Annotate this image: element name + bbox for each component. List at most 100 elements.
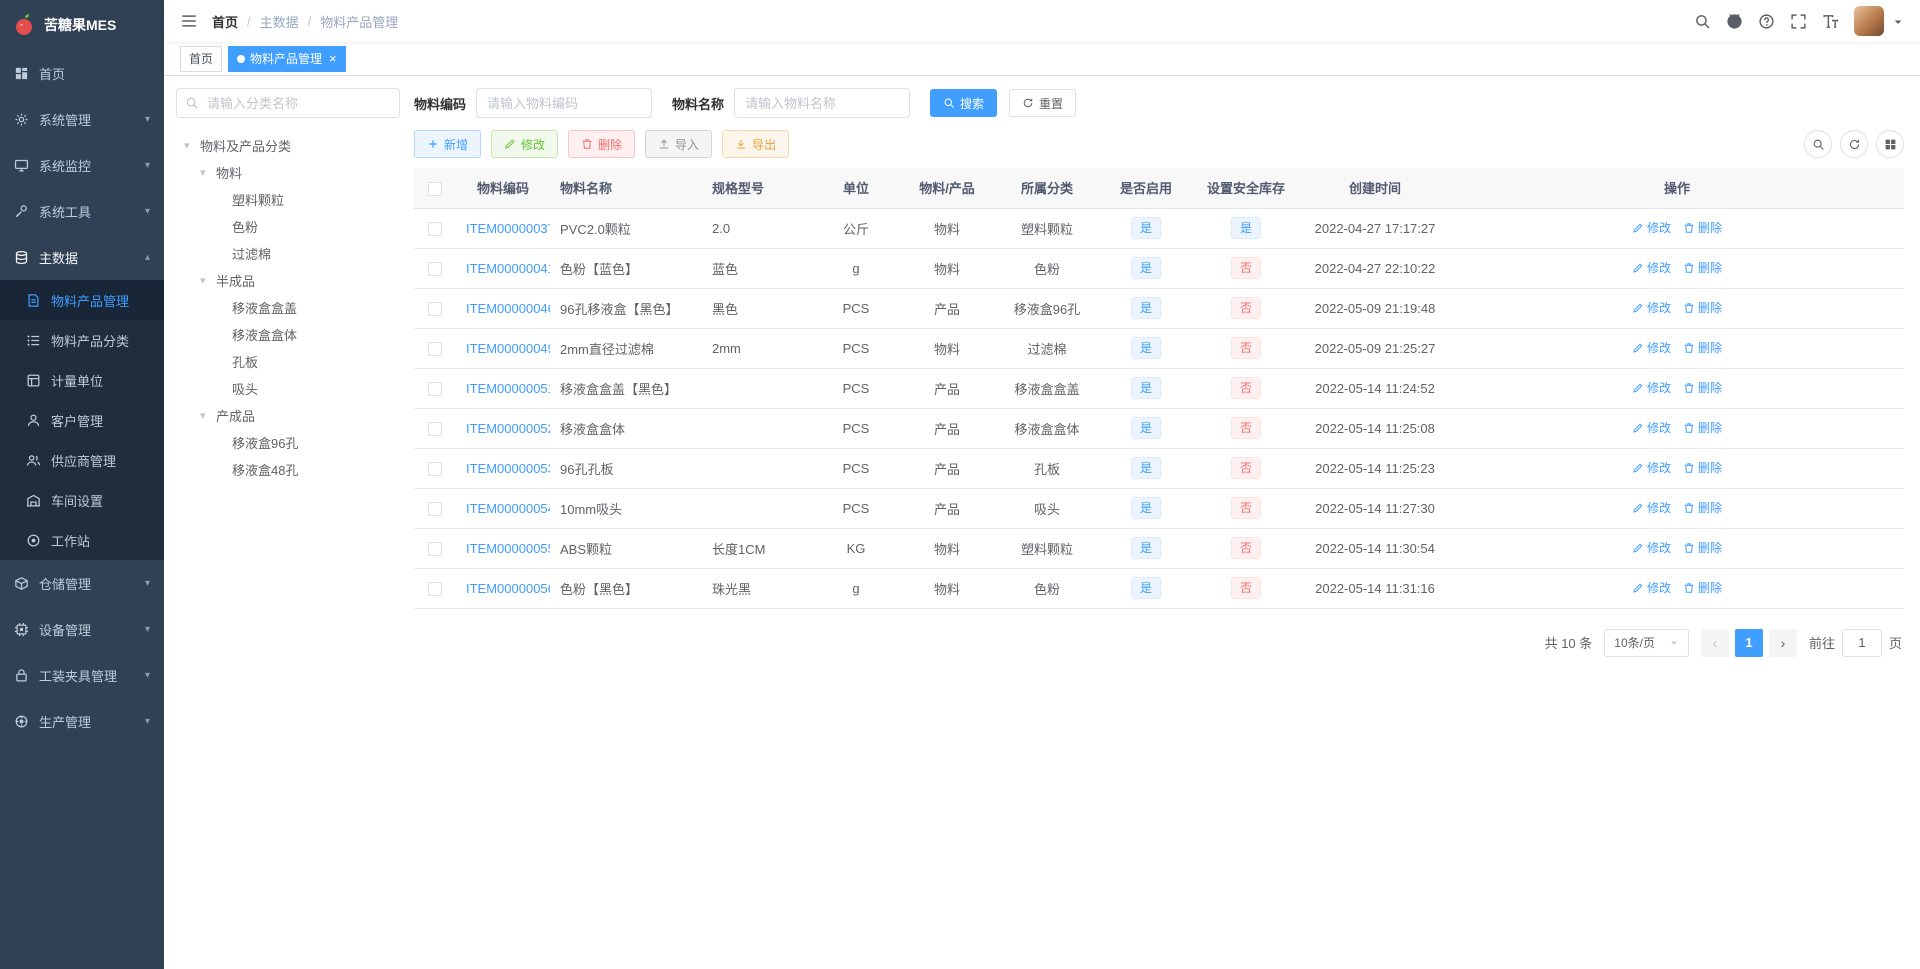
user-avatar[interactable] bbox=[1854, 6, 1884, 36]
row-delete-button[interactable]: 删除 bbox=[1683, 499, 1722, 516]
export-button[interactable]: 导出 bbox=[722, 130, 790, 158]
sidebar-item-0[interactable]: 首页 bbox=[0, 50, 164, 96]
row-checkbox[interactable] bbox=[428, 501, 442, 516]
row-checkbox[interactable] bbox=[428, 541, 442, 556]
sidebar-item-2[interactable]: 系统监控 ▾ bbox=[0, 142, 164, 188]
tree-node[interactable]: 色粉 bbox=[176, 213, 400, 240]
row-edit-button[interactable]: 修改 bbox=[1632, 379, 1671, 396]
sidebar-subitem-0[interactable]: 物料产品管理 bbox=[0, 280, 164, 320]
row-edit-button[interactable]: 修改 bbox=[1632, 339, 1671, 356]
row-delete-button[interactable]: 删除 bbox=[1683, 339, 1722, 356]
row-delete-button[interactable]: 删除 bbox=[1683, 379, 1722, 396]
page-size-select[interactable]: 10条/页 bbox=[1604, 628, 1689, 657]
page-1-button[interactable]: 1 bbox=[1734, 628, 1763, 657]
tab-0[interactable]: 首页 bbox=[180, 45, 223, 72]
tree-node[interactable]: 移液盒盒盖 bbox=[176, 294, 400, 321]
avatar-caret-icon[interactable] bbox=[1892, 15, 1904, 27]
tab-1[interactable]: 物料产品管理 × bbox=[228, 45, 346, 72]
item-code-link[interactable]: ITEM00000053 bbox=[466, 461, 550, 476]
tree-node[interactable]: 移液盒96孔 bbox=[176, 429, 400, 456]
sidebar-subitem-1[interactable]: 物料产品分类 bbox=[0, 320, 164, 360]
sidebar-subitem-4[interactable]: 供应商管理 bbox=[0, 440, 164, 480]
tree-node[interactable]: 吸头 bbox=[176, 375, 400, 402]
select-all-checkbox[interactable] bbox=[428, 181, 442, 196]
import-button[interactable]: 导入 bbox=[645, 130, 713, 158]
row-checkbox[interactable] bbox=[428, 341, 442, 356]
tree-node[interactable]: 孔板 bbox=[176, 348, 400, 375]
item-code-link[interactable]: ITEM00000037 bbox=[466, 221, 550, 236]
tree-node[interactable]: 移液盒盒体 bbox=[176, 321, 400, 348]
caret-down-icon[interactable]: ▾ bbox=[184, 139, 200, 152]
sidebar-subitem-5[interactable]: 车间设置 bbox=[0, 480, 164, 520]
row-delete-button[interactable]: 删除 bbox=[1683, 579, 1722, 596]
app-logo[interactable]: 苦糖果MES bbox=[0, 0, 164, 50]
caret-down-icon[interactable]: ▾ bbox=[200, 274, 216, 287]
sidebar-item-3[interactable]: 系统工具 ▾ bbox=[0, 188, 164, 234]
item-code-link[interactable]: ITEM00000054 bbox=[466, 501, 550, 516]
fullscreen-icon[interactable] bbox=[1790, 13, 1807, 30]
row-delete-button[interactable]: 删除 bbox=[1683, 539, 1722, 556]
row-edit-button[interactable]: 修改 bbox=[1632, 299, 1671, 316]
item-code-link[interactable]: ITEM00000049 bbox=[466, 341, 550, 356]
jump-page-input[interactable] bbox=[1841, 628, 1882, 657]
search-icon[interactable] bbox=[1694, 13, 1711, 30]
column-settings-button[interactable] bbox=[1876, 130, 1904, 158]
sidebar-subitem-2[interactable]: 计量单位 bbox=[0, 360, 164, 400]
add-button[interactable]: 新增 bbox=[414, 130, 482, 158]
row-edit-button[interactable]: 修改 bbox=[1632, 259, 1671, 276]
help-icon[interactable] bbox=[1758, 13, 1775, 30]
toggle-search-button[interactable] bbox=[1804, 130, 1832, 158]
row-checkbox[interactable] bbox=[428, 421, 442, 436]
caret-down-icon[interactable]: ▾ bbox=[200, 166, 216, 179]
row-delete-button[interactable]: 删除 bbox=[1683, 419, 1722, 436]
sidebar-item-1[interactable]: 系统管理 ▾ bbox=[0, 96, 164, 142]
item-code-link[interactable]: ITEM00000056 bbox=[466, 581, 550, 596]
delete-button[interactable]: 删除 bbox=[568, 130, 636, 158]
tree-node[interactable]: ▾ 物料及产品分类 bbox=[176, 132, 400, 159]
sidebar-subitem-6[interactable]: 工作站 bbox=[0, 520, 164, 560]
row-edit-button[interactable]: 修改 bbox=[1632, 459, 1671, 476]
prev-page-button[interactable]: ‹ bbox=[1700, 628, 1729, 657]
row-edit-button[interactable]: 修改 bbox=[1632, 419, 1671, 436]
hamburger-icon[interactable] bbox=[180, 12, 198, 30]
item-code-link[interactable]: ITEM00000055 bbox=[466, 541, 550, 556]
edit-button[interactable]: 修改 bbox=[491, 130, 559, 158]
tree-node[interactable]: 塑料颗粒 bbox=[176, 186, 400, 213]
item-code-link[interactable]: ITEM00000052 bbox=[466, 421, 550, 436]
row-edit-button[interactable]: 修改 bbox=[1632, 539, 1671, 556]
row-checkbox[interactable] bbox=[428, 461, 442, 476]
refresh-table-button[interactable] bbox=[1840, 130, 1868, 158]
breadcrumb-item-0[interactable]: 首页 bbox=[212, 12, 238, 31]
filter-name-input[interactable] bbox=[734, 88, 911, 118]
item-code-link[interactable]: ITEM00000051 bbox=[466, 381, 550, 396]
row-delete-button[interactable]: 删除 bbox=[1683, 299, 1722, 316]
sidebar-item-4[interactable]: 主数据 ▴ bbox=[0, 234, 164, 280]
sidebar-item-6[interactable]: 设备管理 ▾ bbox=[0, 606, 164, 652]
sidebar-item-5[interactable]: 仓储管理 ▾ bbox=[0, 560, 164, 606]
tree-node[interactable]: ▾ 产成品 bbox=[176, 402, 400, 429]
row-delete-button[interactable]: 删除 bbox=[1683, 459, 1722, 476]
reset-button[interactable]: 重置 bbox=[1009, 89, 1077, 117]
sidebar-item-8[interactable]: 生产管理 ▾ bbox=[0, 698, 164, 744]
search-button[interactable]: 搜索 bbox=[930, 89, 998, 117]
row-edit-button[interactable]: 修改 bbox=[1632, 499, 1671, 516]
item-code-link[interactable]: ITEM00000041 bbox=[466, 261, 550, 276]
row-checkbox[interactable] bbox=[428, 261, 442, 276]
item-code-link[interactable]: ITEM00000046 bbox=[466, 301, 550, 316]
sidebar-subitem-3[interactable]: 客户管理 bbox=[0, 400, 164, 440]
sidebar-item-7[interactable]: 工装夹具管理 ▾ bbox=[0, 652, 164, 698]
category-search-input[interactable] bbox=[176, 88, 400, 118]
row-checkbox[interactable] bbox=[428, 381, 442, 396]
row-edit-button[interactable]: 修改 bbox=[1632, 219, 1671, 236]
close-tab-icon[interactable]: × bbox=[329, 52, 337, 65]
tree-node[interactable]: ▾ 物料 bbox=[176, 159, 400, 186]
row-checkbox[interactable] bbox=[428, 301, 442, 316]
filter-code-input[interactable] bbox=[476, 88, 653, 118]
tree-node[interactable]: ▾ 半成品 bbox=[176, 267, 400, 294]
font-size-icon[interactable] bbox=[1822, 13, 1839, 30]
row-delete-button[interactable]: 删除 bbox=[1683, 219, 1722, 236]
tree-node[interactable]: 移液盒48孔 bbox=[176, 456, 400, 483]
row-checkbox[interactable] bbox=[428, 221, 442, 236]
caret-down-icon[interactable]: ▾ bbox=[200, 409, 216, 422]
breadcrumb-item-1[interactable]: 主数据 bbox=[260, 12, 299, 31]
